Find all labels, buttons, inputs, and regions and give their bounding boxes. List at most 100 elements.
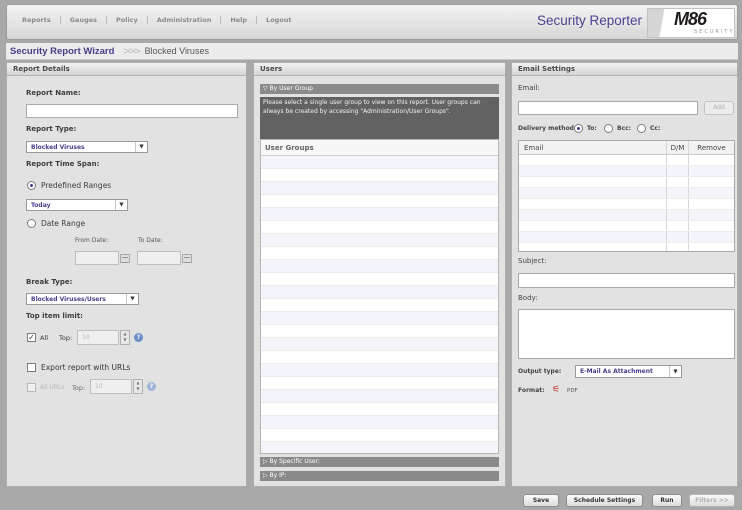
predefined-range-select[interactable]: Today ▼ <box>26 199 128 211</box>
all-urls-checkbox[interactable] <box>27 383 36 392</box>
table-row <box>519 232 734 243</box>
subject-label: Subject: <box>518 257 547 265</box>
list-item[interactable] <box>261 260 498 273</box>
report-type-select[interactable]: Blocked Viruses ▼ <box>26 141 148 153</box>
pdf-icon: ⚟ <box>552 385 561 395</box>
list-item[interactable] <box>261 286 498 299</box>
run-button[interactable]: Run <box>652 494 682 507</box>
chevron-down-icon: ▼ <box>669 366 681 377</box>
all-items-label: All <box>40 334 49 342</box>
subject-input[interactable] <box>518 273 735 288</box>
users-title: Users <box>254 63 505 76</box>
list-item[interactable] <box>261 208 498 221</box>
calendar-icon[interactable] <box>120 254 130 263</box>
by-user-group-header[interactable]: ▽ By User Group <box>260 84 499 94</box>
list-item[interactable] <box>261 182 498 195</box>
by-user-group-label: By User Group <box>269 85 313 92</box>
from-date-input[interactable] <box>75 251 119 265</box>
report-type-label: Report Type: <box>26 125 77 133</box>
email-input[interactable] <box>518 101 698 115</box>
app-header: Reports Gauges Policy Administration Hel… <box>6 4 738 40</box>
by-specific-user-header[interactable]: ▷ By Specific User: <box>260 457 499 467</box>
table-row <box>519 210 734 221</box>
report-type-value: Blocked Viruses <box>31 143 85 151</box>
breadcrumb-wizard: Security Report Wizard <box>10 45 115 57</box>
list-item[interactable] <box>261 442 498 453</box>
break-type-select[interactable]: Blocked Viruses/Users ▼ <box>26 293 139 305</box>
table-row <box>519 221 734 232</box>
logo-mark: M86 <box>674 9 707 29</box>
table-row <box>519 243 734 251</box>
breadcrumb-current: Blocked Viruses <box>144 46 209 56</box>
table-row <box>519 199 734 210</box>
nav-policy[interactable]: Policy <box>107 16 148 24</box>
body-textarea[interactable] <box>518 309 735 359</box>
nav-help[interactable]: Help <box>221 16 258 24</box>
top-items-input[interactable]: 10 <box>77 330 119 345</box>
nav-administration[interactable]: Administration <box>148 16 222 24</box>
delivery-bcc-radio[interactable] <box>604 124 613 133</box>
nav-gauges[interactable]: Gauges <box>61 16 107 24</box>
top-urls-input[interactable]: 10 <box>90 379 132 394</box>
list-item[interactable] <box>261 221 498 234</box>
list-item[interactable] <box>261 156 498 169</box>
column-remove: Remove <box>697 144 726 152</box>
list-item[interactable] <box>261 416 498 429</box>
breadcrumb-separator-icon: >>> <box>122 45 141 57</box>
list-item[interactable] <box>261 377 498 390</box>
list-item[interactable] <box>261 273 498 286</box>
time-span-label: Report Time Span: <box>26 160 100 168</box>
list-item[interactable] <box>261 325 498 338</box>
nav-reports[interactable]: Reports <box>13 16 61 24</box>
date-range-radio[interactable] <box>27 219 36 228</box>
top-urls-stepper[interactable]: ▲ ▼ <box>133 379 143 394</box>
help-icon[interactable]: ? <box>147 382 156 391</box>
calendar-icon[interactable] <box>182 254 192 263</box>
report-details-title: Report Details <box>7 63 246 76</box>
list-item[interactable] <box>261 429 498 442</box>
users-panel: Users ▽ By User Group Please select a si… <box>253 62 506 487</box>
list-item[interactable] <box>261 299 498 312</box>
delivery-to-radio[interactable] <box>574 124 583 133</box>
top-items-stepper[interactable]: ▲ ▼ <box>120 330 130 345</box>
output-type-label: Output type: <box>518 368 562 375</box>
filters-button[interactable]: Filters >> <box>689 494 735 507</box>
save-button[interactable]: Save <box>523 494 559 507</box>
export-urls-checkbox[interactable] <box>27 363 36 372</box>
delivery-cc-radio[interactable] <box>637 124 646 133</box>
list-item[interactable] <box>261 169 498 182</box>
list-item[interactable] <box>261 234 498 247</box>
chevron-down-icon: ▼ <box>115 200 127 210</box>
logo-sub: SECURITY <box>694 29 735 35</box>
schedule-settings-button[interactable]: Schedule Settings <box>566 494 643 507</box>
list-item[interactable] <box>261 351 498 364</box>
list-item[interactable] <box>261 364 498 377</box>
list-item[interactable] <box>261 390 498 403</box>
list-item[interactable] <box>261 338 498 351</box>
export-urls-label: Export report with URLs <box>41 363 131 372</box>
format-label: Format: <box>518 387 545 394</box>
breadcrumb: Security Report Wizard >>> Blocked Virus… <box>6 43 738 60</box>
list-item[interactable] <box>261 312 498 325</box>
top-item-limit-label: Top item limit: <box>26 312 83 320</box>
from-date-label: From Date: <box>75 237 109 244</box>
table-row <box>519 177 734 188</box>
all-items-checkbox[interactable]: ✓ <box>27 333 36 342</box>
break-type-value: Blocked Viruses/Users <box>31 295 106 303</box>
predefined-ranges-radio[interactable] <box>27 181 36 190</box>
by-ip-header[interactable]: ▷ By IP: <box>260 471 499 481</box>
output-type-select[interactable]: E-Mail As Attachment ▼ <box>575 365 682 378</box>
list-item[interactable] <box>261 195 498 208</box>
user-groups-list[interactable]: User Groups <box>260 139 499 454</box>
help-icon[interactable]: ? <box>134 333 143 342</box>
all-urls-label: All URLs <box>40 384 65 391</box>
list-item[interactable] <box>261 247 498 260</box>
table-row <box>519 155 734 166</box>
nav-logout[interactable]: Logout <box>257 16 300 24</box>
report-name-input[interactable] <box>26 104 238 118</box>
to-date-input[interactable] <box>137 251 181 265</box>
add-email-button[interactable]: Add <box>704 101 734 115</box>
list-item[interactable] <box>261 403 498 416</box>
column-email: Email <box>519 141 667 154</box>
email-label: Email: <box>518 84 540 92</box>
